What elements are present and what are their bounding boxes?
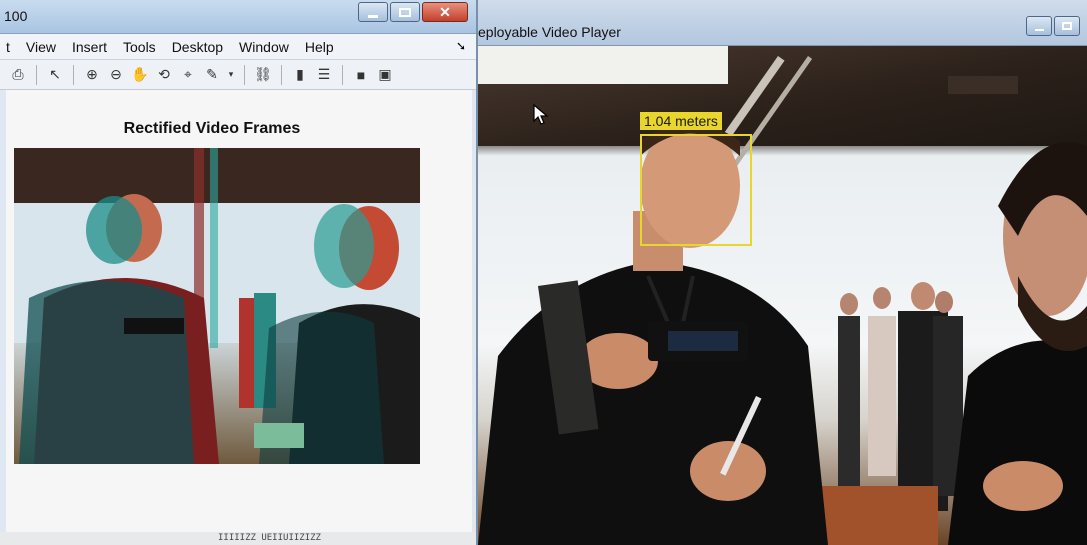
maximize-icon (1062, 22, 1072, 30)
legend-icon[interactable]: ☰ (314, 65, 334, 85)
menu-bar: t View Insert Tools Desktop Window Help … (0, 34, 476, 60)
close-button[interactable]: ✕ (422, 2, 468, 22)
background-text: IIIIIZZ UEIIUIIZIZZ (218, 533, 321, 543)
pan-hand-icon[interactable]: ✋ (130, 65, 150, 85)
minimize-icon (368, 14, 378, 18)
colorbar-icon[interactable]: ▮ (290, 65, 310, 85)
menu-help[interactable]: Help (297, 39, 342, 55)
video-player-titlebar: eployable Video Player (478, 0, 1087, 46)
toolbar-separator (281, 64, 282, 85)
menu-tools[interactable]: Tools (115, 39, 164, 55)
menu-desktop[interactable]: Desktop (164, 39, 231, 55)
minimize-icon (1034, 28, 1044, 31)
zoom-in-icon[interactable]: ⊕ (82, 65, 102, 85)
video-display: 1.04 meters (478, 46, 1087, 545)
face-detection-box (640, 134, 752, 246)
toolbar-separator (36, 64, 37, 85)
menu-window[interactable]: Window (231, 39, 297, 55)
hide-plot-tools-icon[interactable]: ■ (351, 65, 371, 85)
toolbar-separator (342, 64, 343, 85)
video-scene (478, 46, 1087, 545)
arrow-pointer-icon[interactable]: ↖ (45, 65, 65, 85)
data-cursor-icon[interactable]: ⌖ (178, 65, 198, 85)
mouse-cursor-icon (533, 104, 549, 125)
maximize-icon (399, 7, 411, 17)
maximize-button[interactable] (1054, 16, 1080, 36)
menu-view[interactable]: View (18, 39, 64, 55)
anaglyph-scene (14, 148, 420, 464)
video-player-window: eployable Video Player 1.04 meters (478, 0, 1087, 545)
zoom-out-icon[interactable]: ⊖ (106, 65, 126, 85)
dock-arrow-icon[interactable]: ➘ (456, 39, 466, 53)
brush-icon[interactable]: ✎ (202, 65, 222, 85)
maximize-button[interactable] (390, 2, 420, 22)
show-plot-tools-icon[interactable]: ▣ (375, 65, 395, 85)
figure-title: Rectified Video Frames (123, 120, 301, 137)
menu-insert[interactable]: Insert (64, 39, 115, 55)
window-title: 100 (4, 8, 28, 24)
figure-titlebar: 100 ✕ (0, 0, 476, 34)
dropdown-arrow-icon[interactable]: ▾ (226, 65, 236, 85)
close-icon: ✕ (439, 3, 451, 20)
minimize-button[interactable] (358, 2, 388, 22)
figure-toolbar: ⎙ ↖ ⊕ ⊖ ✋ ⟲ ⌖ ✎ ▾ ⛓ ▮ ☰ ■ ▣ (0, 60, 476, 90)
figure-canvas: Rectified Video Frames (6, 90, 472, 540)
minimize-button[interactable] (1026, 16, 1052, 36)
toolbar-separator (244, 64, 245, 85)
print-icon[interactable]: ⎙ (8, 65, 28, 85)
distance-label: 1.04 meters (640, 112, 722, 130)
rectified-frame-image (14, 148, 420, 464)
toolbar-separator (73, 64, 74, 85)
window-title: eployable Video Player (478, 24, 621, 40)
menu-edit-fragment[interactable]: t (0, 39, 18, 55)
link-icon[interactable]: ⛓ (253, 65, 273, 85)
rotate-icon[interactable]: ⟲ (154, 65, 174, 85)
figure-window: 100 ✕ t View Insert Tools Desktop Window… (0, 0, 478, 545)
